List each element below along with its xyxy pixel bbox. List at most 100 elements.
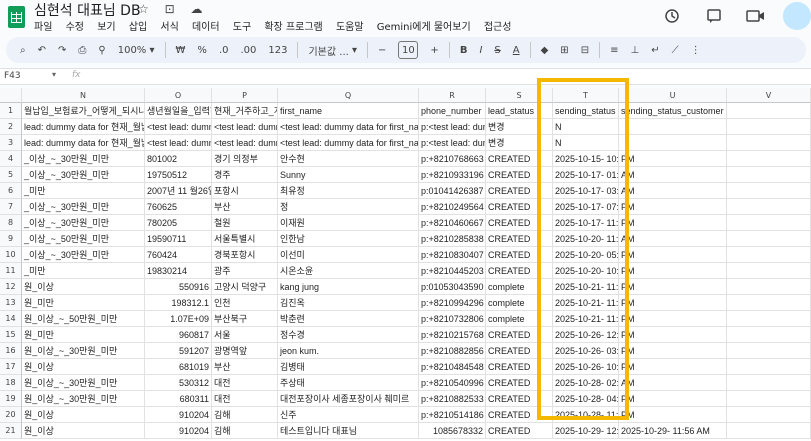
cell-s6[interactable]: CREATED [486,183,553,199]
cell-s5[interactable]: CREATED [486,167,553,183]
cell-s2[interactable]: 변경 [486,119,553,135]
bold-button[interactable]: B [460,45,468,56]
cell-t10[interactable]: 2025-10-20- 05:3 [553,247,619,263]
strikethrough-button[interactable]: S [494,45,500,56]
cell-o4[interactable]: 801002 [145,151,212,167]
cell-r18[interactable]: p:+8210540996 [419,375,486,391]
cell-s8[interactable]: CREATED [486,215,553,231]
cell-u2[interactable] [619,119,727,135]
cell-n4[interactable]: _이상_~_30만원_미만 [22,151,145,167]
cell-r10[interactable]: p:+8210830407 [419,247,486,263]
row-header[interactable]: 18 [0,375,22,391]
cell-q7[interactable]: 정 [278,199,419,215]
cell-p19[interactable]: 대전 [212,391,278,407]
row-header[interactable]: 12 [0,279,22,295]
cell-q17[interactable]: 김병태 [278,359,419,375]
cell-p4[interactable]: 경기 의정부 [212,151,278,167]
cell-s15[interactable]: CREATED [486,327,553,343]
cell-r9[interactable]: p:+8210285838 [419,231,486,247]
cell-t12[interactable]: 2025-10-21- 11:0 [553,279,619,295]
row-header[interactable]: 2 [0,119,22,135]
cell-q18[interactable]: 주상태 [278,375,419,391]
column-header-n[interactable]: N [22,88,145,103]
cell-u9[interactable]: AM [619,231,727,247]
cell-r7[interactable]: p:+8210249564 [419,199,486,215]
cell-o11[interactable]: 19830214 [145,263,212,279]
history-icon[interactable] [661,5,683,27]
row-header[interactable]: 13 [0,295,22,311]
cell-o2[interactable]: <test lead: dumm [145,119,212,135]
row-header[interactable]: 4 [0,151,22,167]
row-header[interactable]: 9 [0,231,22,247]
row-header[interactable]: 5 [0,167,22,183]
row-header[interactable]: 11 [0,263,22,279]
cell-p13[interactable]: 인천 [212,295,278,311]
row-header[interactable]: 20 [0,407,22,423]
cell-r14[interactable]: p:+8210732806 [419,311,486,327]
text-wrap-icon[interactable]: ↵ [651,45,659,56]
cell-p3[interactable]: <test lead: dumm [212,135,278,151]
cell-n16[interactable]: 원_이상_~_30만원_미만 [22,343,145,359]
cell-p21[interactable]: 김해 [212,423,278,439]
cell-s13[interactable]: complete [486,295,553,311]
menu-edit[interactable]: 수정 [66,22,84,33]
fill-color-icon[interactable]: ◆ [541,45,549,56]
cell-q2[interactable]: <test lead: dummy data for first_na [278,119,419,135]
menu-view[interactable]: 보기 [97,22,115,33]
cell-s18[interactable]: CREATED [486,375,553,391]
menu-accessibility[interactable]: 접근성 [484,22,512,33]
cell-v1[interactable] [727,103,811,119]
cell-q9[interactable]: 인한남 [278,231,419,247]
cell-t19[interactable]: 2025-10-28- 04:0 [553,391,619,407]
cell-u1[interactable]: sending_status_customer [619,103,727,119]
cell-o20[interactable]: 910204 [145,407,212,423]
more-options-icon[interactable]: ⋮ [691,45,701,56]
cell-r17[interactable]: p:+8210484548 [419,359,486,375]
cell-t6[interactable]: 2025-10-17- 03:5 [553,183,619,199]
cell-r12[interactable]: p:01053043590 [419,279,486,295]
cell-t8[interactable]: 2025-10-17- 11:3 [553,215,619,231]
cell-v17[interactable] [727,359,811,375]
cell-v4[interactable] [727,151,811,167]
row-header[interactable]: 19 [0,391,22,407]
cell-v19[interactable] [727,391,811,407]
cell-o17[interactable]: 681019 [145,359,212,375]
cell-p10[interactable]: 경북포항시 [212,247,278,263]
cell-t15[interactable]: 2025-10-26- 12:5 [553,327,619,343]
cell-q12[interactable]: kang jung [278,279,419,295]
row-header[interactable]: 7 [0,199,22,215]
cell-u6[interactable]: AM [619,183,727,199]
cell-r5[interactable]: p:+8210933196 [419,167,486,183]
paint-format-icon[interactable]: ⚲ [98,45,105,56]
cell-v6[interactable] [727,183,811,199]
cell-u16[interactable]: PM [619,343,727,359]
cell-v20[interactable] [727,407,811,423]
cell-v21[interactable] [727,423,811,439]
vertical-align-icon[interactable]: ⊥ [630,45,639,56]
print-icon[interactable]: ⎙ [78,45,86,56]
cell-n8[interactable]: _이상_~_30만원_미만 [22,215,145,231]
cell-q16[interactable]: jeon kum. [278,343,419,359]
row-header[interactable]: 8 [0,215,22,231]
cell-o13[interactable]: 198312.1 [145,295,212,311]
row-header[interactable]: 14 [0,311,22,327]
cell-o10[interactable]: 760424 [145,247,212,263]
share-button[interactable] [783,2,811,30]
percent-format-button[interactable]: % [197,45,207,56]
cell-v14[interactable] [727,311,811,327]
cell-r1[interactable]: phone_number [419,103,486,119]
cell-p8[interactable]: 철원 [212,215,278,231]
cell-p7[interactable]: 부산 [212,199,278,215]
comment-icon[interactable] [703,5,725,27]
cell-s19[interactable]: CREATED [486,391,553,407]
cell-n5[interactable]: _이상_~_30만원_미만 [22,167,145,183]
cell-p9[interactable]: 서울특별시 [212,231,278,247]
cell-o16[interactable]: 591207 [145,343,212,359]
spreadsheet-grid[interactable]: N O P Q R S T U V 1 월납입_보험료가_어떻게_되시나 생년월일을_입력하 현재_거주… [0,88,811,441]
column-header-t[interactable]: T [553,88,619,103]
cell-s14[interactable]: complete [486,311,553,327]
menu-format[interactable]: 서식 [160,22,178,33]
font-size-decrease-button[interactable]: − [378,45,386,56]
cell-n7[interactable]: _이상_~_30만원_미만 [22,199,145,215]
undo-icon[interactable]: ↶ [38,45,46,56]
